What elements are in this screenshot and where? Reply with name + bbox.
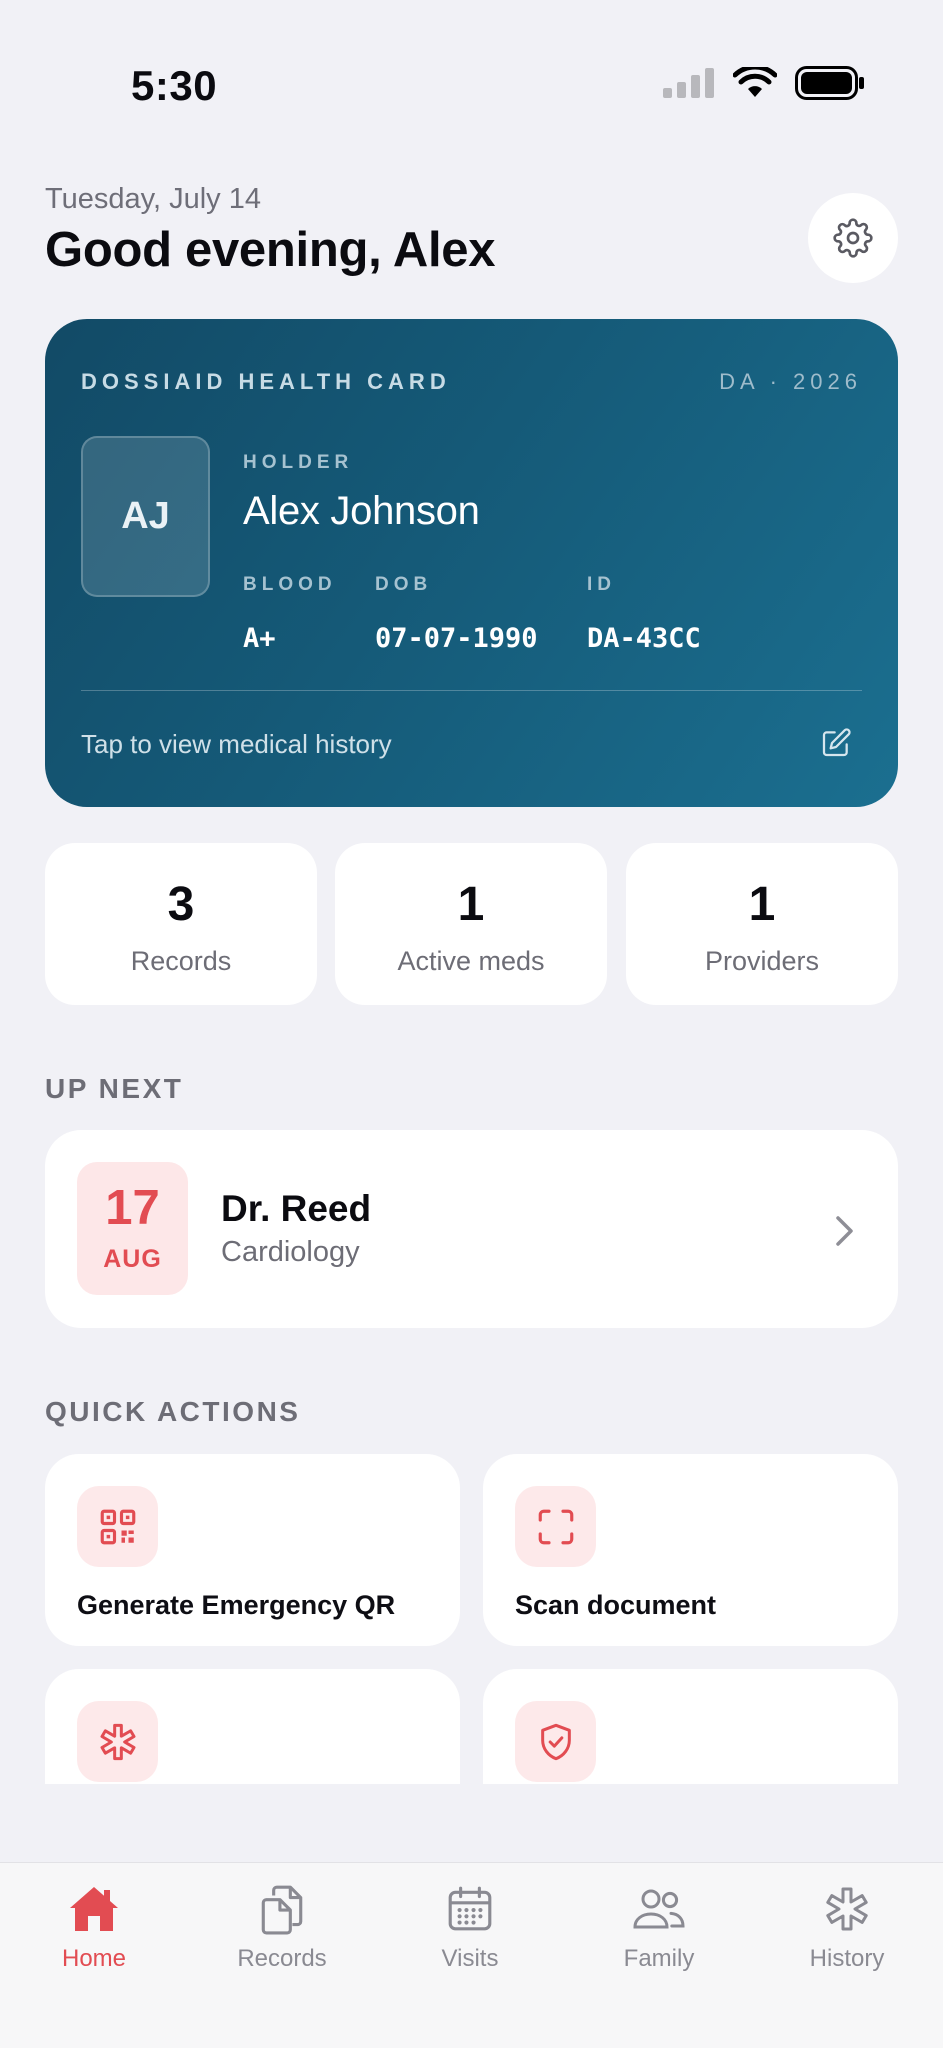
privacy-action-button[interactable] [483, 1669, 898, 1784]
dob-value: 07-07-1990 [375, 623, 538, 654]
battery-icon [795, 66, 864, 100]
qa-icon-container [515, 1486, 596, 1567]
qr-code-icon [100, 1509, 135, 1544]
date-badge: 17 AUG [77, 1162, 188, 1295]
health-card-title: DOSSIAID HEALTH CARD [81, 369, 451, 394]
stat-value: 1 [457, 878, 485, 931]
health-card-code: DA · 2026 [719, 369, 862, 394]
tab-label: Records [237, 1945, 327, 1972]
medical-action-button[interactable] [45, 1669, 460, 1784]
medical-asterisk-icon [826, 1887, 868, 1931]
dob-label: DOB [375, 574, 433, 595]
quick-actions-heading: QUICK ACTIONS [45, 1396, 301, 1427]
tab-label: Visits [441, 1945, 499, 1972]
gear-icon [833, 218, 873, 258]
documents-icon [261, 1885, 303, 1935]
tab-label: Home [61, 1945, 127, 1972]
stat-label: Records [130, 946, 232, 976]
house-icon [70, 1887, 118, 1931]
chevron-right-icon [836, 1216, 853, 1246]
status-icons [663, 66, 865, 100]
view-history-link[interactable]: Tap to view medical history [81, 729, 392, 760]
settings-button[interactable] [808, 193, 898, 283]
tab-label: History [809, 1945, 885, 1972]
tab-home[interactable]: Home [0, 1863, 188, 2048]
tab-label: Family [623, 1945, 695, 1972]
qa-label: Generate Emergency QR [77, 1590, 396, 1620]
stat-active-meds[interactable]: 1 Active meds [335, 843, 607, 1005]
id-value: DA-43CC [587, 623, 701, 654]
wifi-icon [733, 67, 777, 97]
calendar-icon [448, 1886, 492, 1931]
stat-records[interactable]: 3 Records [45, 843, 317, 1005]
holder-name: Alex Johnson [243, 489, 480, 533]
card-divider [81, 690, 862, 691]
greeting-title: Good evening, Alex [45, 223, 496, 277]
header-date: Tuesday, July 14 [45, 183, 261, 215]
tab-family[interactable]: Family [565, 1863, 753, 2048]
doctor-name: Dr. Reed [221, 1188, 372, 1229]
tab-bar: Home Records Visits Family History [0, 1862, 943, 2048]
up-next-heading: UP NEXT [45, 1073, 184, 1104]
appointment-card[interactable]: 17 AUG Dr. Reed Cardiology [45, 1130, 898, 1328]
qa-label: Scan document [515, 1590, 717, 1620]
medical-asterisk-icon [100, 1723, 135, 1760]
avatar-initials: AJ [121, 495, 170, 537]
generate-emergency-qr-button[interactable]: Generate Emergency QR [45, 1454, 460, 1646]
people-icon [633, 1889, 685, 1929]
status-time: 5:30 [131, 62, 218, 109]
shield-check-icon [540, 1723, 571, 1760]
tab-records[interactable]: Records [188, 1863, 376, 2048]
stat-value: 1 [748, 878, 776, 931]
holder-label: HOLDER [243, 452, 354, 473]
scan-document-button[interactable]: Scan document [483, 1454, 898, 1646]
health-card[interactable]: DOSSIAID HEALTH CARD DA · 2026 AJ HOLDER… [45, 319, 898, 807]
blood-value: A+ [243, 623, 276, 654]
qa-icon-container [77, 1701, 158, 1782]
id-label: ID [587, 574, 616, 595]
appointment-day: 17 [105, 1181, 160, 1235]
stat-label: Providers [704, 946, 820, 976]
qa-icon-container [515, 1701, 596, 1782]
tab-visits[interactable]: Visits [376, 1863, 564, 2048]
stat-providers[interactable]: 1 Providers [626, 843, 898, 1005]
tab-history[interactable]: History [753, 1863, 941, 2048]
cellular-signal-icon [663, 68, 714, 98]
stat-value: 3 [167, 878, 195, 931]
blood-label: BLOOD [243, 574, 337, 595]
qa-icon-container [77, 1486, 158, 1567]
stat-label: Active meds [397, 946, 545, 976]
edit-card-button[interactable] [820, 727, 852, 764]
appointment-month: AUG [103, 1245, 162, 1273]
scan-icon [538, 1509, 573, 1544]
doctor-specialty: Cardiology [221, 1236, 360, 1268]
avatar: AJ [81, 436, 210, 597]
edit-icon [822, 728, 851, 757]
